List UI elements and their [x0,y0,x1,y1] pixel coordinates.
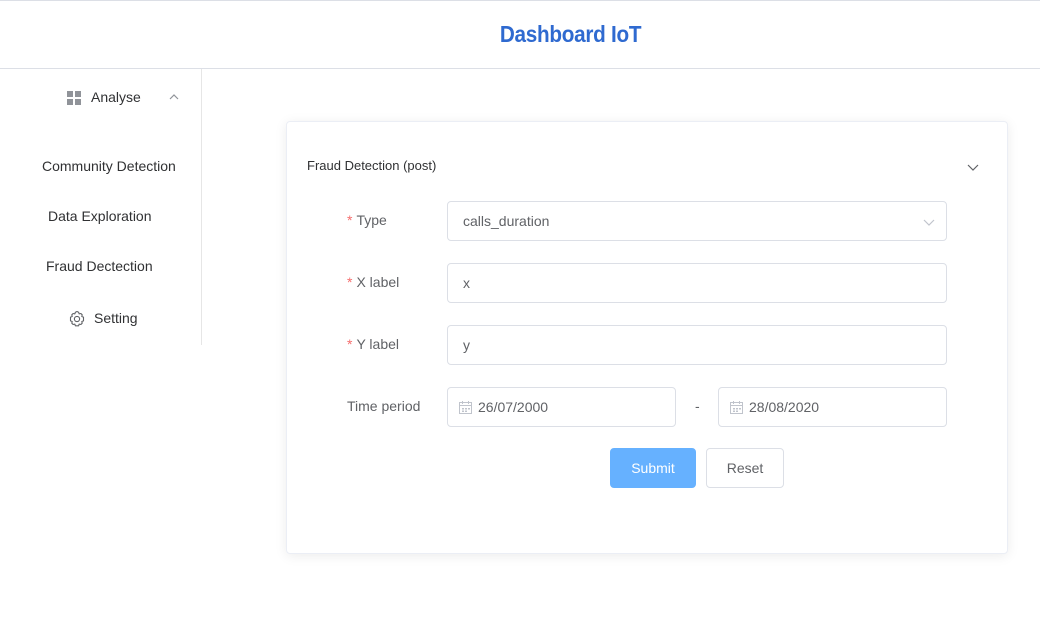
type-select-input[interactable] [448,202,946,240]
calendar-icon [730,401,743,414]
reset-button[interactable]: Reset [706,448,784,488]
y-label-label-text: Y label [356,336,400,352]
app-header: Dashboard IoT [0,0,1040,69]
x-label-field[interactable] [447,263,947,303]
sidebar-item-label: Fraud Dectection [46,258,153,274]
y-label-input[interactable] [448,326,946,364]
x-label-label-text: X label [356,274,400,290]
sidebar-item-label: Setting [94,310,138,326]
grid-icon [67,91,81,105]
type-select[interactable] [447,201,947,241]
start-date-picker[interactable] [447,387,676,427]
x-label-label: * X label [347,274,399,290]
submenu-analyse[interactable]: Analyse [2,69,201,127]
gear-icon [69,310,85,327]
page: Dashboard IoT Analyse Community Detectio… [0,0,1040,617]
chevron-down-icon[interactable] [966,160,980,174]
sidebar-item-setting[interactable]: Setting [2,293,201,343]
x-label-input[interactable] [448,264,946,302]
sidebar-item-fraud-detection[interactable]: Fraud Dectection [2,241,201,291]
required-mark: * [347,336,353,352]
sidebar-item-label: Community Detection [42,158,176,174]
card-title: Fraud Detection (post) [307,158,437,173]
fraud-detection-card: Fraud Detection (post) *Type *X label *Y… [286,121,1008,554]
sidebar-item-label: Data Exploration [48,208,152,224]
app-title: Dashboard IoT [500,21,642,47]
y-label-label: * Y label [347,336,399,352]
sidebar: Analyse Community Detection Data Explora… [2,69,202,345]
required-mark: * [347,212,353,228]
chevron-down-icon [923,219,935,226]
submit-button[interactable]: Submit [610,448,696,488]
type-label-text: Type [356,212,387,228]
submenu-analyse-label: Analyse [91,89,141,105]
sidebar-item-data-exploration[interactable]: Data Exploration [2,191,201,241]
calendar-icon [459,401,472,414]
start-date-input[interactable] [478,388,668,426]
type-label: * Type [347,212,387,228]
y-label-field[interactable] [447,325,947,365]
end-date-picker[interactable] [718,387,947,427]
date-separator: - [695,398,700,414]
sidebar-item-community-detection[interactable]: Community Detection [2,141,201,191]
time-period-label: Time period [347,398,421,414]
required-mark: * [347,274,353,290]
end-date-input[interactable] [749,388,939,426]
chevron-up-icon [169,94,179,100]
